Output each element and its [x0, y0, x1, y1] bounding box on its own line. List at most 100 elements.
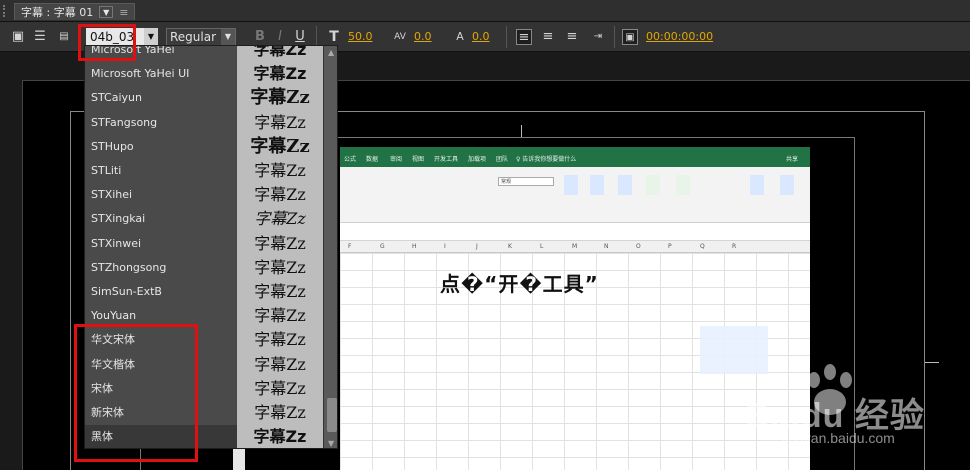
scroll-thumb[interactable] — [327, 398, 337, 432]
font-preview-sample: 字幕Zz — [254, 113, 306, 132]
font-list-item[interactable]: SimSun-ExtB — [85, 280, 237, 304]
font-family-select[interactable]: 04b_03 ▼ — [86, 28, 158, 46]
font-preview-sample: 字幕Zz — [254, 258, 306, 277]
excel-col: K — [508, 243, 512, 250]
font-size-icon: T — [329, 29, 339, 45]
excel-col: O — [636, 243, 641, 250]
panel-menu-icon[interactable]: ≡ — [119, 6, 128, 19]
font-family-value: 04b_03 — [90, 30, 135, 44]
font-list-item[interactable]: STXihei — [85, 183, 237, 207]
excel-col: G — [380, 243, 385, 250]
excel-col: M — [572, 243, 578, 250]
watermark-url: jingyan.baidu.com — [782, 430, 895, 446]
kerning-value[interactable]: 0.0 — [414, 30, 432, 43]
font-preview-sample: 字幕Zz — [254, 355, 306, 374]
chevron-down-icon: ▼ — [103, 7, 110, 17]
excel-tab: 数据 — [366, 156, 379, 163]
excel-icon — [780, 175, 794, 195]
font-list-item[interactable]: 华文楷体 — [85, 353, 237, 377]
bold-button[interactable]: B — [252, 29, 268, 45]
tab-title-panel[interactable]: 字幕 : 字幕 01 ▼ ≡ — [14, 3, 136, 20]
font-preview-sample: 字幕Zz — [253, 427, 307, 446]
excel-col: H — [412, 243, 417, 250]
font-list-item[interactable]: STXingkai — [85, 207, 237, 231]
tab-title-label: 字幕 : 字幕 01 — [21, 6, 94, 19]
font-preview-sample: 字幕Zz — [254, 185, 306, 204]
chevron-down-icon[interactable]: ▼ — [221, 29, 235, 45]
font-preview-sample: 字幕Zz — [254, 403, 306, 422]
font-list-item[interactable]: STXinwei — [85, 232, 237, 256]
excel-icon — [676, 175, 690, 195]
excel-tab: ♀ 告诉我你想要做什么 — [516, 156, 577, 163]
font-style-value: Regular — [170, 30, 217, 44]
font-size-value[interactable]: 50.0 — [348, 30, 373, 43]
excel-tab: 审阅 — [390, 156, 403, 163]
panel-tab-bar: 字幕 : 字幕 01 ▼ ≡ — [0, 0, 970, 22]
excel-icon — [590, 175, 604, 195]
excel-col: J — [476, 243, 478, 250]
align-right-icon[interactable]: ≡ — [564, 29, 580, 45]
excel-col: R — [732, 243, 737, 250]
excel-tab: 开发工具 — [434, 156, 459, 163]
excel-col: F — [348, 243, 352, 250]
font-preview-sample: 字幕Zz — [254, 234, 306, 253]
chevron-down-icon[interactable]: ▼ — [144, 28, 158, 46]
leading-value[interactable]: 0.0 — [472, 30, 490, 43]
timecode-value[interactable]: 00:00:00:00 — [646, 30, 713, 43]
excel-icon — [750, 175, 764, 195]
templates-icon[interactable]: ▤ — [56, 29, 72, 45]
font-list-item[interactable]: STCaiyun — [85, 86, 237, 110]
excel-tab: 加载项 — [468, 156, 487, 163]
excel-tab: 视图 — [412, 156, 425, 163]
center-marker-top — [521, 125, 522, 137]
font-preview-sample: 字幕Zz — [254, 306, 306, 325]
excel-icon — [646, 175, 660, 195]
roll-crawl-icon[interactable]: ☰ — [32, 29, 48, 45]
leading-icon: A — [456, 30, 464, 43]
excel-number-format: 常规 — [498, 177, 554, 186]
font-list-item[interactable]: 新宋体 — [85, 401, 237, 425]
font-preview-sample: 字幕Zz — [250, 87, 310, 108]
scroll-down-icon[interactable]: ▼ — [328, 439, 334, 448]
font-preview-sample: 字幕Zz — [254, 282, 306, 301]
toolbar-divider — [506, 26, 507, 48]
excel-tab: 公式 — [344, 156, 357, 163]
font-list-item[interactable]: YouYuan — [85, 304, 237, 328]
font-list-item[interactable]: STFangsong — [85, 111, 237, 135]
font-preview-sample: 字幕Zz — [254, 330, 306, 349]
excel-col: Q — [700, 243, 705, 250]
font-preview-column: 字幕Zz 字幕Zz 字幕Zz 字幕Zz 字幕Zz 字幕Zz 字幕Zz 字幕Zz 字幕Zz 字幕Zz… — [237, 45, 323, 448]
font-list-item[interactable]: Microsoft YaHei UI — [85, 62, 237, 86]
underline-button[interactable]: U — [292, 29, 308, 45]
font-style-select[interactable]: Regular ▼ — [166, 28, 236, 46]
font-list-item[interactable]: Microsoft YaHei — [85, 46, 237, 62]
excel-col: L — [540, 243, 544, 250]
new-title-icon[interactable]: ▣ — [10, 29, 26, 45]
center-marker-right — [925, 362, 939, 363]
excel-share: 共享 — [786, 156, 799, 163]
font-list-item[interactable]: 宋体 — [85, 377, 237, 401]
excel-col: N — [604, 243, 609, 250]
align-left-icon[interactable]: ≡ — [516, 29, 532, 45]
tab-stops-icon[interactable]: ⇥ — [590, 29, 606, 45]
font-family-dropdown[interactable]: 字幕Zz 字幕Zz 字幕Zz 字幕Zz 字幕Zz 字幕Zz 字幕Zz 字幕Zz 字幕Zz 字幕Zz… — [84, 45, 338, 449]
font-list-scrollbar[interactable]: ▲ ▼ — [323, 46, 337, 448]
font-list-item[interactable]: 黑体 — [85, 425, 237, 448]
font-preview-sample: 字幕Zz — [250, 136, 310, 157]
show-video-icon[interactable]: ▣ — [622, 29, 638, 45]
font-preview-sample: 字幕Zz — [253, 45, 307, 59]
font-list-item[interactable]: STLiti — [85, 159, 237, 183]
align-center-icon[interactable]: ≡ — [540, 29, 556, 45]
tab-menu-button[interactable]: ▼ — [99, 6, 114, 18]
panel-grip[interactable] — [3, 5, 9, 17]
font-list-item[interactable]: STHupo — [85, 135, 237, 159]
scroll-up-icon[interactable]: ▲ — [328, 48, 334, 57]
font-list-item[interactable]: 华文宋体 — [85, 328, 237, 352]
italic-button[interactable]: I — [272, 29, 288, 45]
font-preview-sample: 字幕Zz — [254, 379, 306, 398]
font-list-item[interactable]: STZhongsong — [85, 256, 237, 280]
highlight-glow — [700, 326, 768, 374]
excel-column-header: F G H I J K L M N O P Q R — [340, 241, 810, 253]
excel-ribbon-tabs: 公式 数据 审阅 视图 开发工具 加载项 团队 ♀ 告诉我你想要做什么 共享 — [340, 147, 810, 167]
excel-ribbon: 常规 — [340, 167, 810, 223]
